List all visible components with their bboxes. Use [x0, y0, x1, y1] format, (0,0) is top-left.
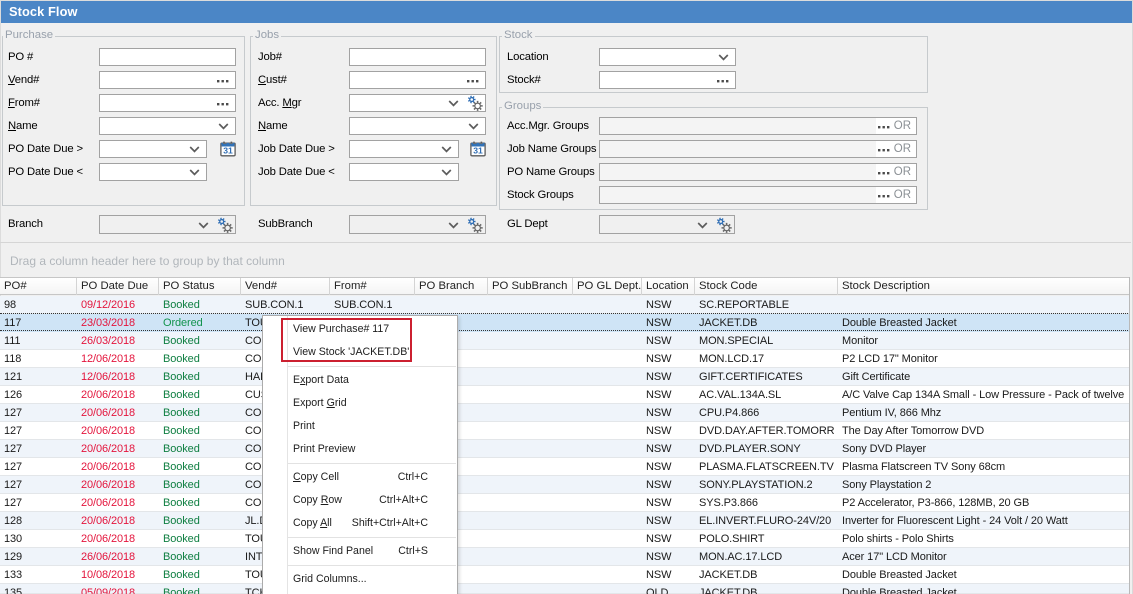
svg-text:31: 31	[473, 146, 483, 156]
svg-text:31: 31	[223, 146, 233, 156]
